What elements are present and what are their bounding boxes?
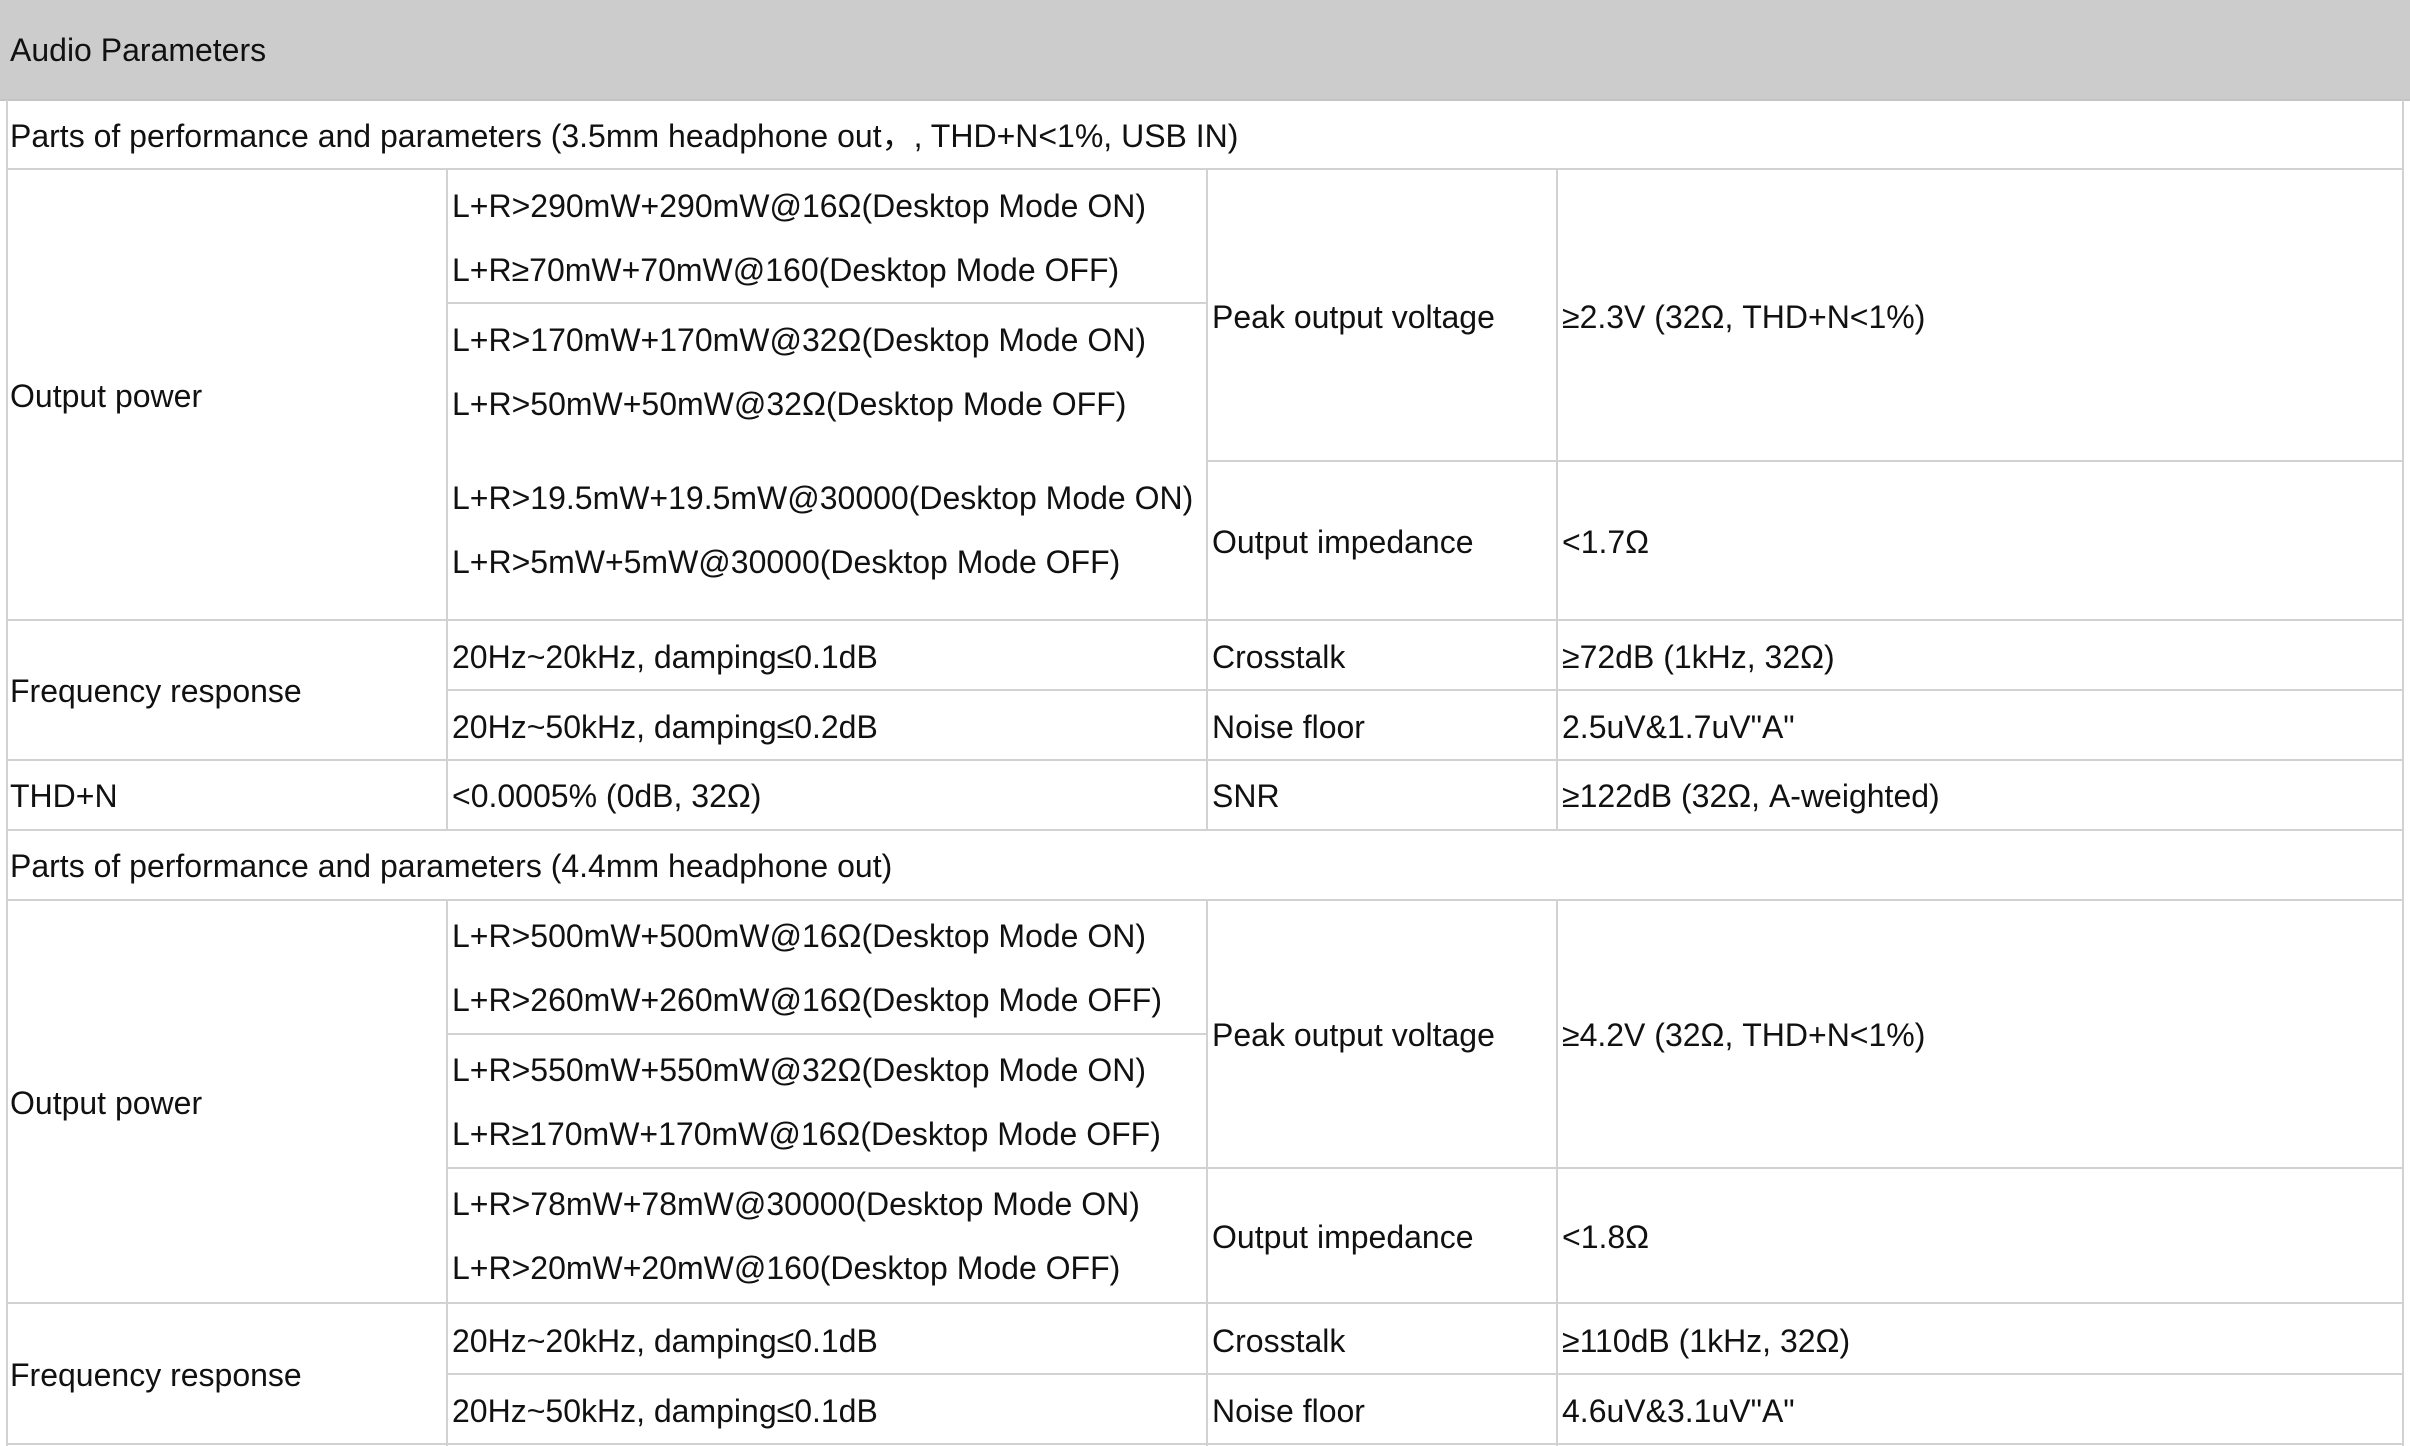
noise-floor-label: Noise floor — [1212, 1393, 1365, 1429]
table-border-left — [6, 100, 8, 1446]
row-divider — [6, 899, 2404, 901]
table-border-right — [2402, 100, 2404, 1446]
row-divider — [6, 1443, 2404, 1445]
audio-parameters-table: Audio Parameters Parts of performance an… — [0, 0, 2410, 1446]
column-divider — [1556, 168, 1558, 831]
cell-divider — [446, 1167, 2404, 1169]
cell-divider — [446, 1373, 2404, 1375]
output-power-value: L+R≥70mW+70mW@160(Desktop Mode OFF) — [452, 252, 1120, 288]
row-divider — [6, 619, 2404, 621]
frequency-response-label: Frequency response — [10, 673, 302, 709]
column-divider — [446, 168, 448, 831]
output-power-label: Output power — [10, 1085, 203, 1121]
frequency-response-value: 20Hz~20kHz, damping≤0.1dB — [452, 639, 878, 675]
output-impedance-value: <1.7Ω — [1562, 524, 1650, 560]
row-divider — [6, 759, 2404, 761]
frequency-response-value: 20Hz~50kHz, damping≤0.2dB — [452, 709, 878, 745]
thd-n-value: <0.0005% (0dB, 32Ω) — [452, 778, 762, 814]
column-divider — [446, 899, 448, 1446]
noise-floor-value: 2.5uV&1.7uV"A" — [1562, 709, 1795, 745]
frequency-response-value: 20Hz~50kHz, damping≤0.1dB — [452, 1393, 878, 1429]
crosstalk-label: Crosstalk — [1212, 1323, 1346, 1359]
row-divider — [6, 1302, 2404, 1304]
output-impedance-label: Output impedance — [1212, 524, 1474, 560]
column-divider — [1206, 168, 1208, 831]
peak-output-voltage-value: ≥2.3V (32Ω, THD+N<1%) — [1562, 299, 1926, 335]
cell-divider — [446, 1033, 1206, 1035]
output-impedance-value: <1.8Ω — [1562, 1219, 1650, 1255]
output-power-value: L+R≥170mW+170mW@16Ω(Desktop Mode OFF) — [452, 1116, 1161, 1152]
output-power-label: Output power — [10, 378, 203, 414]
table-title: Audio Parameters — [10, 32, 267, 68]
output-power-value: L+R>550mW+550mW@32Ω(Desktop Mode ON) — [452, 1052, 1146, 1088]
noise-floor-label: Noise floor — [1212, 709, 1365, 745]
thd-n-label: THD+N — [10, 778, 118, 814]
crosstalk-value: ≥72dB (1kHz, 32Ω) — [1562, 639, 1835, 675]
output-power-value: L+R>260mW+260mW@16Ω(Desktop Mode OFF) — [452, 982, 1162, 1018]
output-power-value: L+R>19.5mW+19.5mW@30000(Desktop Mode ON) — [452, 480, 1194, 516]
crosstalk-label: Crosstalk — [1212, 639, 1346, 675]
peak-output-voltage-label: Peak output voltage — [1212, 299, 1495, 335]
output-power-value: L+R>290mW+290mW@16Ω(Desktop Mode ON) — [452, 188, 1146, 224]
noise-floor-value: 4.6uV&3.1uV"A" — [1562, 1393, 1795, 1429]
column-divider — [1206, 899, 1208, 1446]
output-power-value: L+R>5mW+5mW@30000(Desktop Mode OFF) — [452, 544, 1121, 580]
frequency-response-value: 20Hz~20kHz, damping≤0.1dB — [452, 1323, 878, 1359]
cell-divider — [446, 689, 2404, 691]
frequency-response-label: Frequency response — [10, 1357, 302, 1393]
output-power-value: L+R>78mW+78mW@30000(Desktop Mode ON) — [452, 1186, 1140, 1222]
column-divider — [1556, 899, 1558, 1446]
output-power-value: L+R>50mW+50mW@32Ω(Desktop Mode OFF) — [452, 386, 1127, 422]
output-power-value: L+R>500mW+500mW@16Ω(Desktop Mode ON) — [452, 918, 1146, 954]
section-heading-3-5mm: Parts of performance and parameters (3.5… — [10, 118, 1239, 154]
section-heading-4-4mm: Parts of performance and parameters (4.4… — [10, 848, 893, 884]
output-power-value: L+R>170mW+170mW@32Ω(Desktop Mode ON) — [452, 322, 1146, 358]
peak-output-voltage-label: Peak output voltage — [1212, 1017, 1495, 1053]
table-header-bar — [0, 0, 2410, 101]
snr-label: SNR — [1212, 778, 1280, 814]
output-impedance-label: Output impedance — [1212, 1219, 1474, 1255]
row-divider — [6, 829, 2404, 831]
row-divider — [6, 168, 2404, 170]
crosstalk-value: ≥110dB (1kHz, 32Ω) — [1562, 1323, 1851, 1359]
cell-divider — [446, 302, 1206, 304]
peak-output-voltage-value: ≥4.2V (32Ω, THD+N<1%) — [1562, 1017, 1926, 1053]
snr-value: ≥122dB (32Ω, A-weighted) — [1562, 778, 1940, 814]
cell-divider — [1206, 460, 2404, 462]
output-power-value: L+R>20mW+20mW@160(Desktop Mode OFF) — [452, 1250, 1121, 1286]
